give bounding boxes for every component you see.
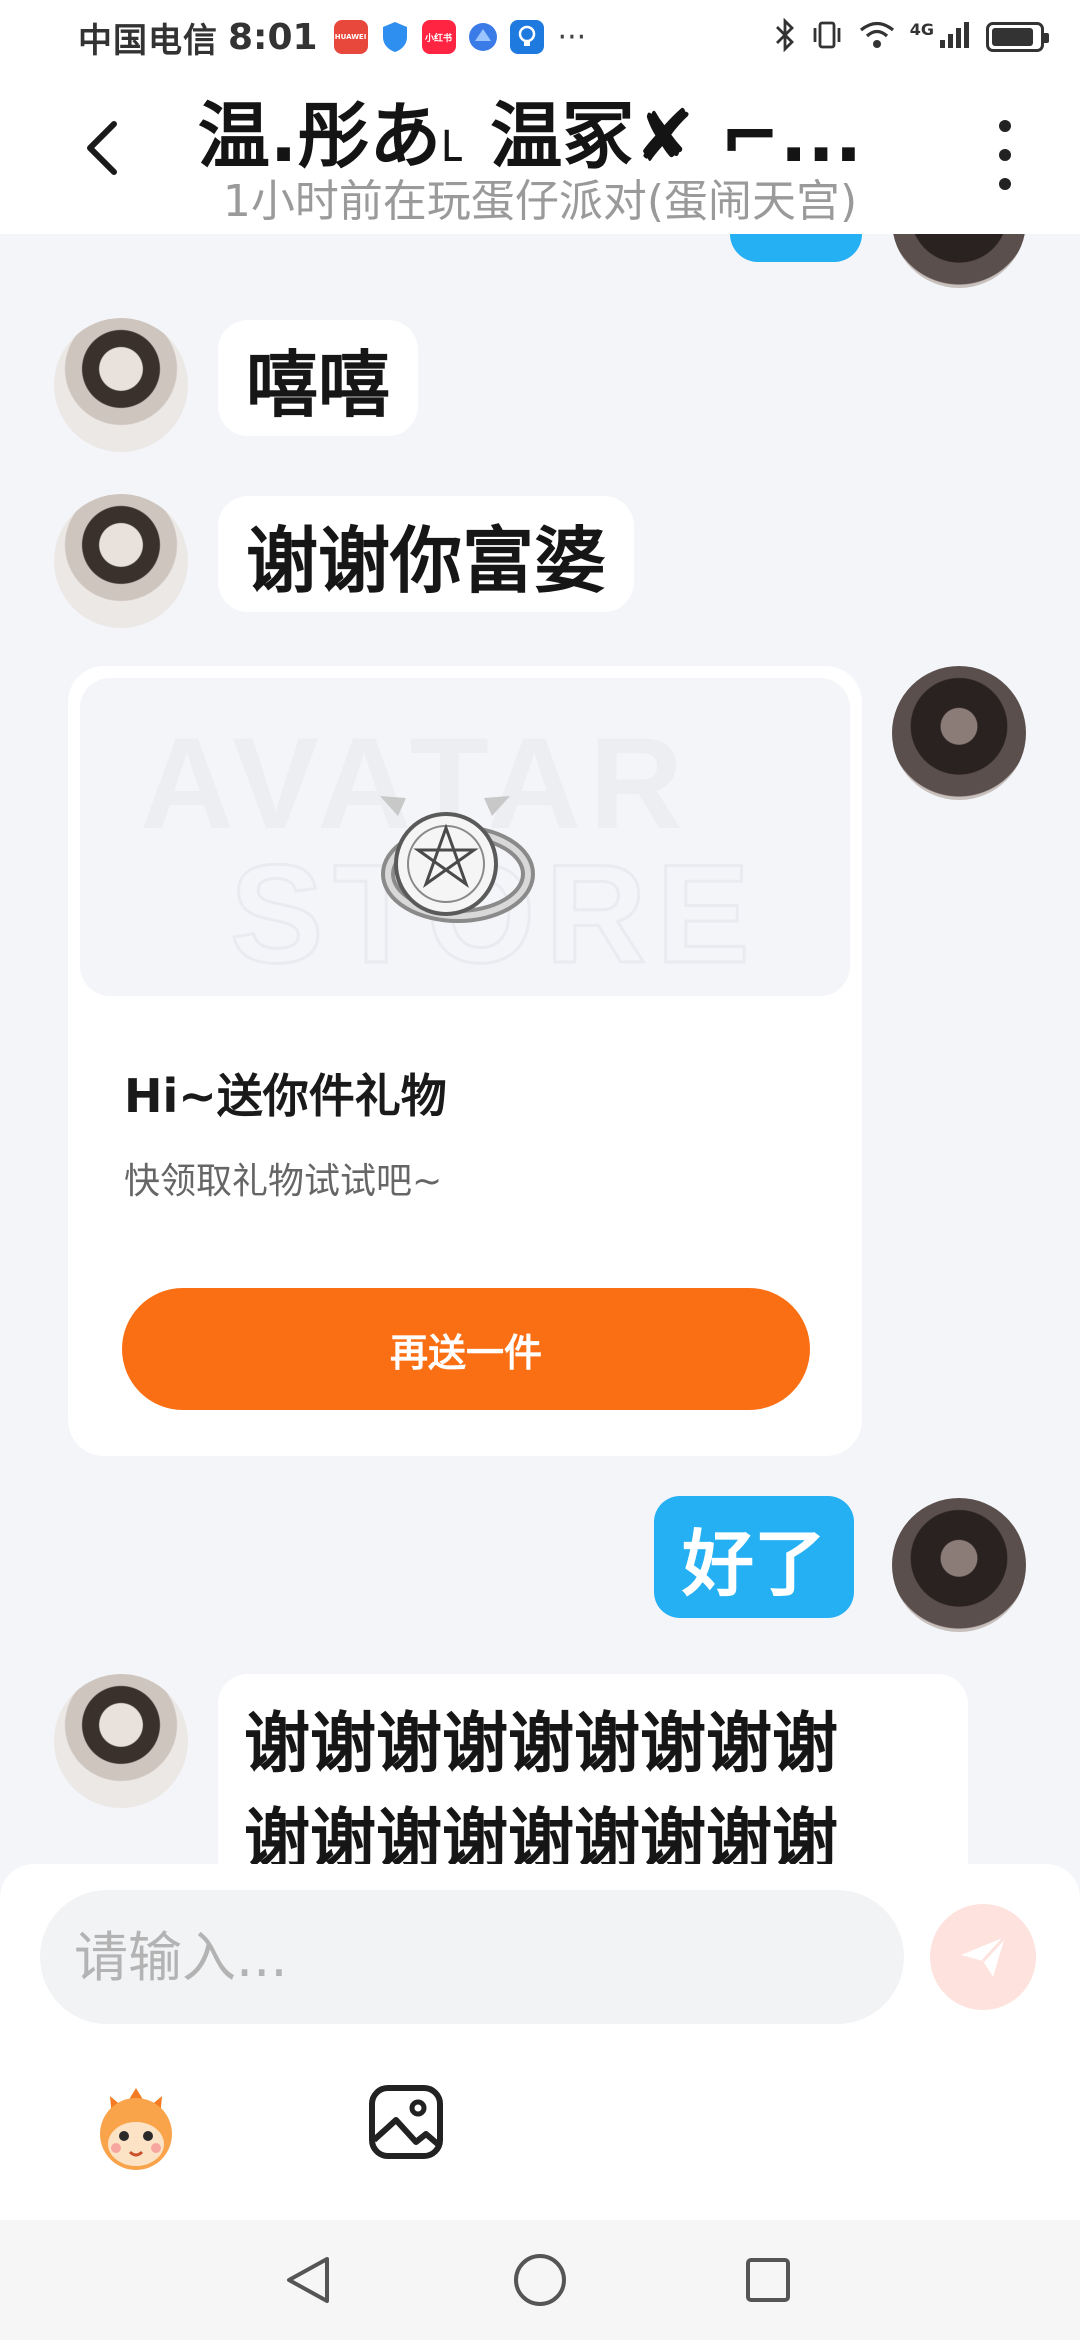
send-button[interactable] [930,1904,1036,2010]
paper-plane-icon [961,1935,1007,1977]
battery-icon [986,22,1049,52]
triangle-back-icon [287,2257,329,2303]
signal-icon [938,20,972,54]
browser-app-icon [466,20,500,54]
message-bubble-partial[interactable] [730,234,862,262]
message-bubble[interactable]: 嘻嘻 [218,320,419,436]
message-bubble[interactable]: 谢谢你富婆 [218,496,635,612]
friend-avatar[interactable] [54,494,188,628]
message-input[interactable] [40,1890,904,2024]
gift-title: Hi~送你件礼物 [124,1069,447,1123]
more-options-button[interactable] [990,120,1020,190]
my-avatar[interactable] [892,1498,1026,1632]
shield-app-icon [378,20,412,54]
message-bubble[interactable]: 好了 [654,1496,855,1618]
my-avatar[interactable] [892,234,1026,288]
network-type-label: 4G [909,19,934,39]
message-text: 好了 [682,1521,827,1606]
message-bubble[interactable]: 谢谢谢谢谢谢谢谢谢 谢谢谢谢谢谢谢谢谢 [218,1674,968,1864]
gift-ring-image: AVATAR STORE [140,710,751,994]
input-panel [0,1864,1080,2220]
nav-back-button[interactable] [278,2250,338,2310]
my-avatar[interactable] [892,666,1026,800]
gift-card[interactable]: AVATAR STORE Hi~送你件礼物 快领取礼物试试吧~ 再送一件 [68,666,862,1456]
wifi-icon [858,20,896,54]
message-text: 谢谢谢谢谢谢谢谢谢 谢谢谢谢谢谢谢谢谢 [244,1705,838,1864]
more-dot-icon [999,178,1011,190]
circle-home-icon [514,2254,566,2306]
chat-subtitle-status: 1小时前在玩蛋仔派对(蛋闹天宫) [222,176,858,227]
huawei-appgallery-icon: HUAWEI [333,20,368,54]
chat-header: 温.彤あ˪ 温冢✘ ⌐... 1小时前在玩蛋仔派对(蛋闹天宫) [0,74,1080,234]
overflow-dots: ··· [557,19,587,55]
xiaohongshu-icon: 小红书 [421,20,456,54]
gift-image: AVATAR STORE [80,678,850,996]
more-dot-icon [999,149,1011,161]
nav-recents-button[interactable] [738,2250,798,2310]
battery-level [992,28,1034,46]
carrier-label: 中国电信 [78,20,218,61]
send-another-gift-button[interactable]: 再送一件 [122,1288,810,1410]
clock: 8:01 [228,16,318,58]
image-picker-button[interactable] [366,2082,446,2162]
back-button[interactable] [72,118,132,178]
vibrate-icon [810,18,844,56]
bulb-app-icon [509,20,544,54]
message-text: 谢谢你富婆 [246,518,607,603]
more-dot-icon [999,120,1011,132]
image-icon [369,2085,443,2159]
bluetooth-icon [774,17,796,56]
square-recents-icon [746,2258,790,2302]
friend-avatar[interactable] [54,1674,188,1808]
emoji-sticker-button[interactable] [84,2074,188,2178]
chevron-left-icon [87,121,117,175]
gift-description: 快领取礼物试试吧~ [124,1161,443,1202]
chat-title[interactable]: 温.彤あ˪ 温冢✘ ⌐... [150,88,910,184]
nav-home-button[interactable] [510,2250,570,2310]
chat-message-list[interactable]: 嘻嘻 谢谢你富婆 AVATAR STORE Hi~送你件礼物 快领取礼物试试吧~… [0,234,1080,1864]
friend-avatar[interactable] [54,318,188,452]
message-text: 嘻嘻 [246,342,391,427]
eggy-mascot-icon [100,2088,172,2170]
status-bar: 中国电信 8:01 HUAWEI 小红书 ··· 4G [0,0,1080,74]
system-navigation-bar [0,2220,1080,2340]
